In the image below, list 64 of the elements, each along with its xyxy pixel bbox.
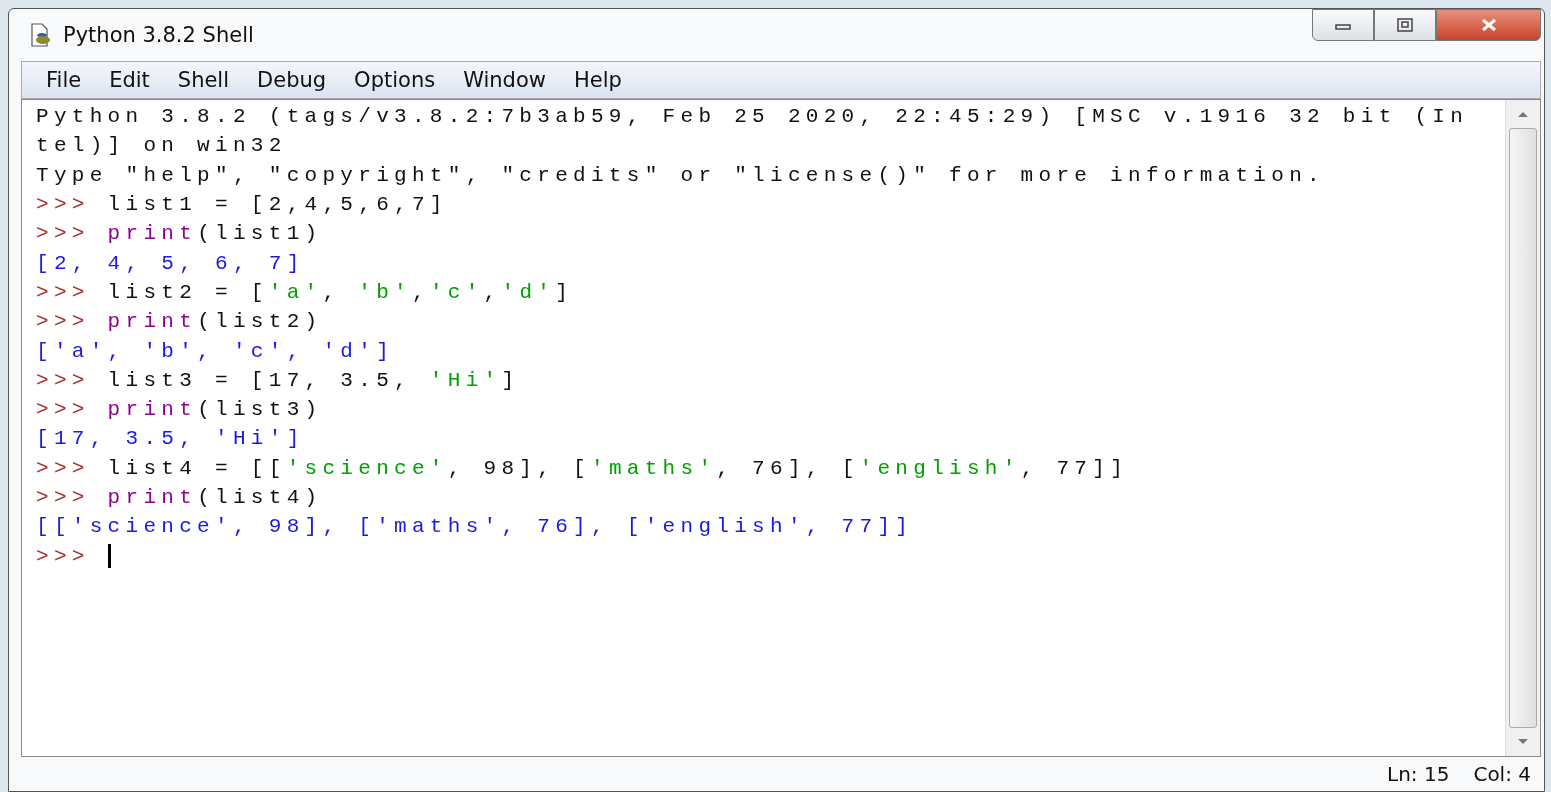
text-cursor — [107, 544, 111, 569]
builtin-name: print — [107, 222, 198, 246]
maximize-icon — [1397, 18, 1413, 32]
menu-item[interactable]: Edit — [95, 68, 164, 92]
menu-item[interactable]: Window — [449, 68, 560, 92]
string-literal: 'b' — [358, 280, 412, 304]
scrollbar[interactable] — [1505, 100, 1540, 756]
output-text: [2, 4, 5, 6, 7] — [36, 251, 305, 275]
code-text: list2 = [ — [107, 280, 269, 304]
close-icon — [1479, 18, 1498, 32]
prompt-text: >>> — [36, 398, 91, 422]
code-text: list4 = [[ — [107, 456, 287, 480]
output-text: [['science', 98], ['maths', 76], ['english', 77]] — [36, 515, 914, 539]
code-text: , 76], [ — [716, 456, 860, 480]
string-literal: 'c' — [429, 280, 484, 304]
code-text: (list3) — [197, 398, 323, 422]
string-literal: 'science' — [286, 456, 448, 480]
code-text: Type "help", "copyright", "credits" or "license()" for more information. — [36, 163, 1325, 187]
minimize-button[interactable] — [1312, 9, 1374, 41]
code-text: list3 = [17, 3.5, — [107, 368, 413, 392]
prompt-text: >>> — [36, 456, 91, 480]
menu-item[interactable]: Options — [340, 68, 450, 92]
code-text: ] — [501, 368, 520, 392]
string-literal: 'maths' — [591, 456, 717, 480]
code-text: (list1) — [197, 222, 323, 246]
scrollbar-thumb[interactable] — [1509, 128, 1537, 728]
code-text: tel)] on win32 — [36, 134, 287, 158]
output-text: ['a', 'b', 'c', 'd'] — [36, 339, 395, 363]
prompt-text: >>> — [36, 544, 91, 568]
close-button[interactable] — [1436, 9, 1541, 41]
menu-item[interactable]: Shell — [163, 68, 244, 92]
scroll-up-icon[interactable] — [1517, 110, 1529, 118]
string-literal: 'a' — [268, 280, 323, 304]
line-number: Ln: 15 — [1387, 762, 1450, 786]
prompt-text: >>> — [36, 486, 91, 509]
builtin-name: print — [107, 310, 198, 334]
column-number: Col: 4 — [1473, 762, 1531, 786]
string-literal: 'Hi' — [429, 368, 502, 392]
code-text: , — [322, 280, 342, 304]
output-text: [17, 3.5, 'Hi'] — [36, 427, 305, 451]
code-text: (list4) — [197, 486, 323, 509]
prompt-text: >>> — [36, 310, 91, 334]
menu-item[interactable]: Help — [559, 68, 636, 92]
prompt-text: >>> — [36, 368, 91, 392]
code-text: list1 = [2,4,5,6,7] — [107, 193, 448, 217]
code-text: , — [483, 280, 502, 304]
prompt-text: >>> — [36, 193, 91, 217]
string-literal: 'd' — [501, 280, 556, 304]
scroll-down-icon[interactable] — [1517, 738, 1529, 746]
code-text: , — [412, 280, 430, 304]
prompt-text: >>> — [36, 222, 91, 246]
code-text: (list2) — [197, 310, 323, 334]
builtin-name: print — [107, 486, 198, 509]
code-text: , 77]] — [1020, 456, 1129, 480]
prompt-text: >>> — [36, 280, 91, 304]
menu-item[interactable]: File — [32, 68, 96, 92]
menu-item[interactable]: Debug — [243, 68, 341, 92]
code-text: Python 3.8.2 (tags/v3.8.2:7b3ab59, Feb 25 2020, 22:45:29) [MSC v.1916 32 bit (In — [36, 105, 1469, 129]
code-text: , 98], [ — [447, 456, 591, 480]
window-title: Python 3.8.2 Shell — [63, 23, 254, 47]
string-literal: 'english' — [859, 456, 1021, 480]
builtin-name: print — [107, 398, 198, 422]
code-text: ] — [555, 280, 574, 304]
maximize-button[interactable] — [1374, 9, 1436, 41]
